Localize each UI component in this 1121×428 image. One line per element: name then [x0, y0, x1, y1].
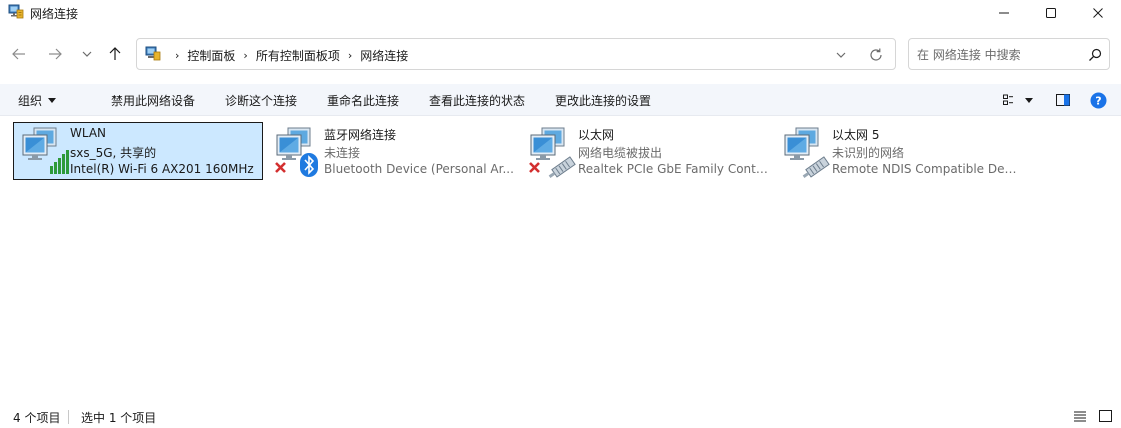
change-view-button[interactable]	[1000, 91, 1036, 109]
preview-pane-icon	[1056, 94, 1070, 106]
close-icon	[1093, 8, 1103, 18]
large-icons-view-icon[interactable]	[1098, 409, 1114, 423]
view-tiles-icon	[1003, 94, 1013, 105]
address-bar[interactable]: › 控制面板 › 所有控制面板项 › 网络连接	[136, 38, 896, 70]
minimize-button[interactable]	[981, 0, 1027, 26]
breadcrumb: › 控制面板 › 所有控制面板项 › 网络连接	[167, 47, 408, 64]
disable-device-button[interactable]: 禁用此网络设备	[111, 92, 195, 109]
breadcrumb-separator: ›	[243, 49, 248, 62]
help-button[interactable]: ?	[1089, 91, 1107, 109]
connections-list: WLAN sxs_5G, 共享的 Intel(R) Wi-Fi 6 AX201 …	[0, 117, 1121, 397]
close-button[interactable]	[1075, 0, 1121, 26]
connection-tile-ethernet-5[interactable]: 以太网 5 未识别的网络 Remote NDIS Compatible Dev.…	[775, 122, 1025, 180]
caret-down-icon	[1025, 97, 1033, 103]
refresh-icon	[870, 48, 882, 61]
arrow-up-icon	[109, 47, 121, 60]
connection-status: 未识别的网络	[832, 146, 905, 160]
diagnose-connection-button[interactable]: 诊断这个连接	[225, 92, 297, 109]
chevron-down-icon	[82, 51, 92, 57]
up-button[interactable]	[104, 43, 126, 65]
breadcrumb-separator: ›	[175, 49, 180, 62]
breadcrumb-control-panel[interactable]: 控制面板	[187, 47, 235, 64]
preview-pane-button[interactable]	[1054, 91, 1072, 109]
connection-device: Intel(R) Wi-Fi 6 AX201 160MHz	[70, 162, 254, 176]
arrow-left-icon	[12, 48, 25, 60]
selection-count: 选中 1 个项目	[81, 411, 157, 425]
rename-connection-button[interactable]: 重命名此连接	[327, 92, 399, 109]
connection-tile-bluetooth[interactable]: 蓝牙网络连接 未连接 Bluetooth Device (Personal Ar…	[267, 122, 517, 180]
connection-status: 网络电缆被拔出	[578, 146, 663, 160]
organize-menu[interactable]: 组织	[18, 92, 57, 109]
address-history-button[interactable]	[833, 47, 849, 63]
search-icon	[1089, 48, 1102, 61]
arrow-right-icon	[49, 48, 62, 60]
title-bar: 网络连接	[0, 0, 1121, 26]
ethernet-cable-icon	[784, 127, 830, 178]
status-bar: 4 个项目 选中 1 个项目	[0, 404, 1121, 428]
organize-label: 组织	[18, 94, 43, 108]
item-count: 4 个项目	[13, 411, 61, 425]
change-settings-button[interactable]: 更改此连接的设置	[555, 92, 651, 109]
status-divider	[68, 410, 69, 424]
search-box[interactable]	[908, 38, 1110, 70]
connection-tile-ethernet[interactable]: 以太网 网络电缆被拔出 Realtek PCIe GbE Family Cont…	[521, 122, 771, 180]
back-button[interactable]	[8, 43, 30, 65]
refresh-button[interactable]	[867, 46, 885, 64]
search-input[interactable]	[917, 46, 1077, 64]
network-connections-app-icon	[8, 4, 24, 19]
navigation-row: › 控制面板 › 所有控制面板项 › 网络连接	[0, 34, 1121, 74]
forward-button[interactable]	[44, 43, 66, 65]
control-panel-icon	[145, 46, 161, 61]
details-view-icon[interactable]	[1072, 409, 1088, 423]
maximize-button[interactable]	[1028, 0, 1074, 26]
maximize-icon	[1046, 8, 1056, 18]
connection-name: 以太网 5	[832, 128, 880, 142]
breadcrumb-network-connections[interactable]: 网络连接	[360, 47, 408, 64]
command-bar: 组织 禁用此网络设备 诊断这个连接 重命名此连接 查看此连接的状态 更改此连接的…	[0, 84, 1121, 116]
breadcrumb-all-items[interactable]: 所有控制面板项	[256, 47, 340, 64]
bluetooth-icon	[275, 127, 318, 177]
ethernet-cable-icon	[529, 127, 576, 178]
view-status-button[interactable]: 查看此连接的状态	[429, 92, 525, 109]
connection-name: WLAN	[70, 126, 107, 140]
caret-down-icon	[48, 98, 57, 103]
connection-device: Remote NDIS Compatible Dev...	[832, 162, 1022, 176]
minimize-icon	[999, 12, 1009, 14]
connection-device: Bluetooth Device (Personal Ar...	[324, 162, 514, 176]
svg-text:?: ?	[1095, 94, 1101, 107]
recent-locations-button[interactable]	[76, 43, 98, 65]
help-icon: ?	[1090, 92, 1106, 108]
window-title: 网络连接	[30, 7, 79, 21]
wifi-signal-icon	[22, 127, 69, 174]
connection-name: 以太网	[578, 128, 615, 142]
connection-tile-wlan[interactable]: WLAN sxs_5G, 共享的 Intel(R) Wi-Fi 6 AX201 …	[13, 122, 263, 180]
breadcrumb-separator: ›	[347, 49, 353, 62]
connection-status: 未连接	[324, 146, 361, 160]
connection-device: Realtek PCIe GbE Family Contr...	[578, 162, 768, 176]
connection-status: sxs_5G, 共享的	[70, 146, 157, 160]
connection-name: 蓝牙网络连接	[324, 128, 397, 142]
chevron-down-icon	[836, 52, 846, 58]
